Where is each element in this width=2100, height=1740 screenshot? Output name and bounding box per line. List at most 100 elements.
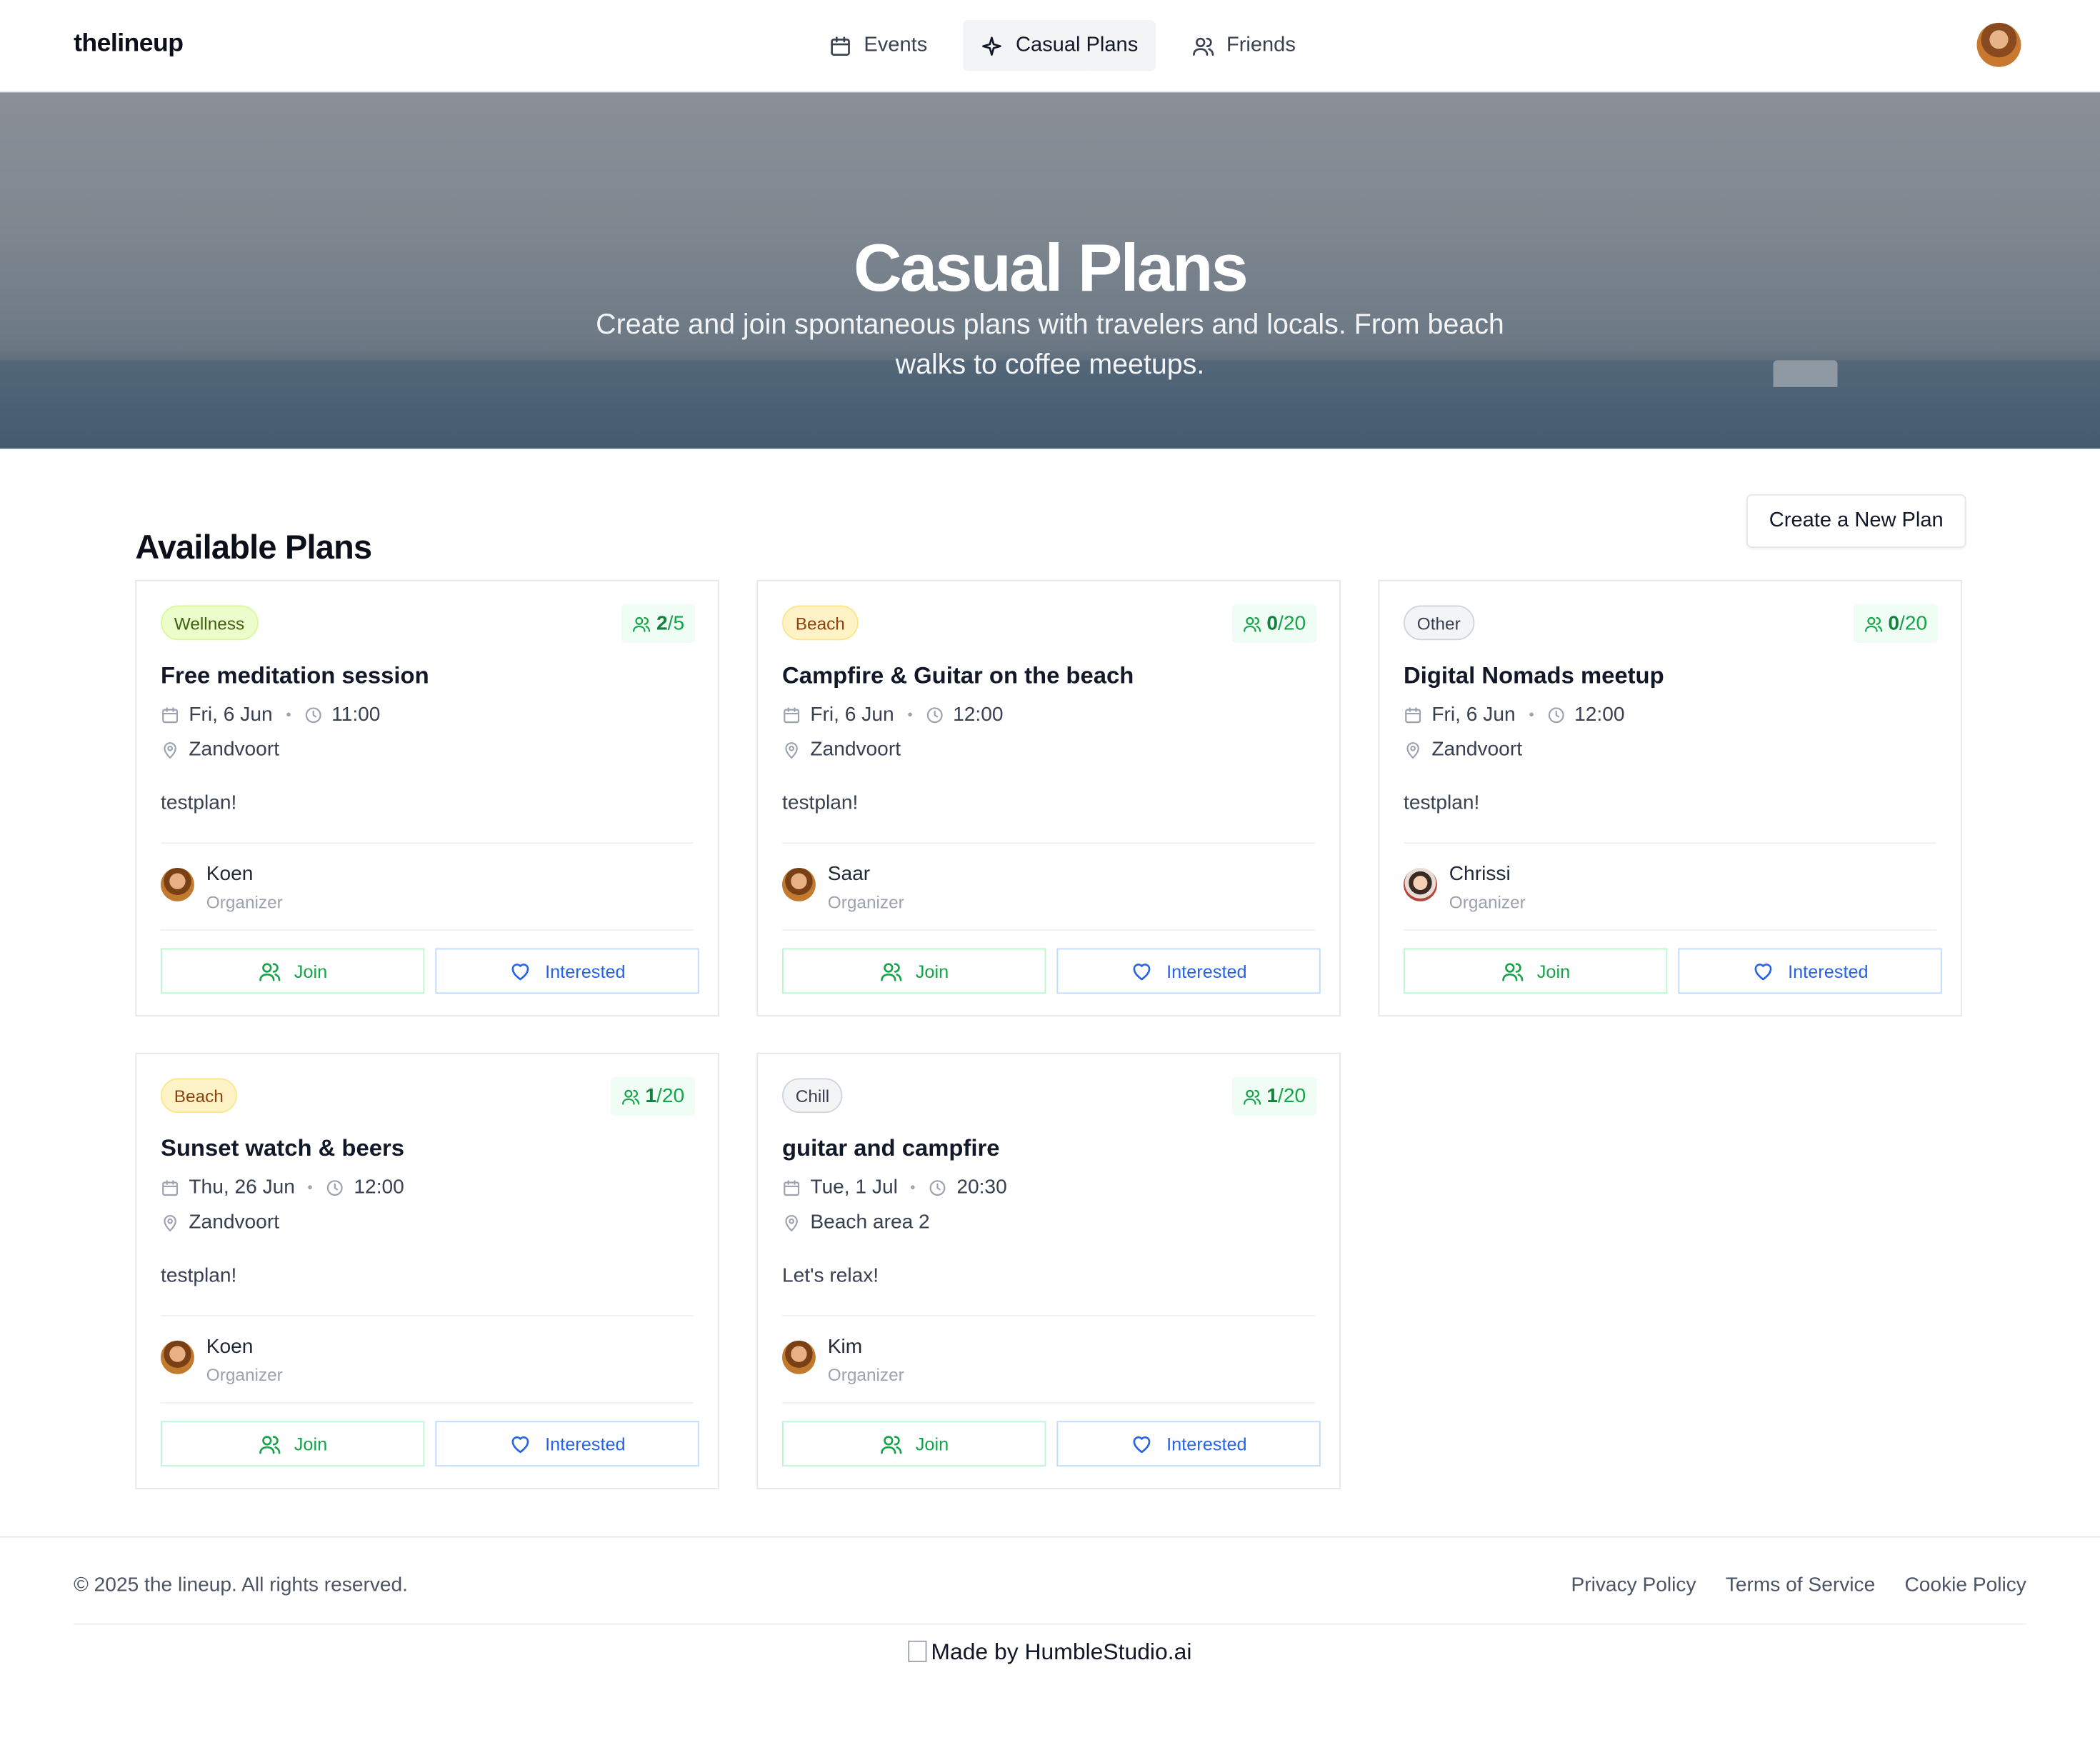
join-label: Join: [294, 1434, 328, 1454]
join-button[interactable]: Join: [782, 1421, 1046, 1467]
attendee-count: 2/5: [656, 612, 684, 635]
brand-logo[interactable]: thelineup: [74, 29, 184, 59]
interested-label: Interested: [1166, 961, 1247, 981]
capacity: /5: [667, 611, 685, 635]
heart-icon: [1133, 1436, 1151, 1453]
nav-tab-events[interactable]: Events: [811, 20, 944, 71]
nav-tab-label: Friends: [1226, 33, 1296, 56]
terms-of-service-link[interactable]: Terms of Service: [1726, 1574, 1875, 1596]
page: thelineup Events Casual Plans Friends Ca…: [0, 0, 2100, 1740]
user-avatar[interactable]: [1976, 22, 2021, 67]
plan-card: Beach 1/20 Sunset watch & beers Thu, 26 …: [135, 1052, 719, 1489]
map-pin-icon: [164, 741, 176, 759]
organizer-avatar: [161, 1340, 194, 1374]
organizer-role: Organizer: [206, 1364, 283, 1385]
organizer-role: Organizer: [206, 891, 283, 912]
separator-dot: [286, 712, 290, 717]
calendar-icon: [162, 706, 179, 723]
divider: [1404, 929, 1937, 931]
users-icon: [621, 1089, 639, 1104]
interested-button[interactable]: Interested: [1056, 1421, 1321, 1467]
divider: [782, 1402, 1316, 1404]
calendar-icon: [784, 1179, 800, 1196]
organizer-name: Koen: [206, 1335, 254, 1359]
interested-button[interactable]: Interested: [435, 948, 699, 994]
interested-button[interactable]: Interested: [435, 1421, 699, 1467]
join-button[interactable]: Join: [782, 948, 1046, 994]
interested-label: Interested: [1788, 961, 1869, 981]
interested-label: Interested: [545, 1434, 626, 1454]
plan-date: Tue, 1 Jul: [810, 1176, 898, 1199]
join-button[interactable]: Join: [1404, 948, 1668, 994]
divider: [782, 1315, 1316, 1317]
join-button[interactable]: Join: [161, 1421, 425, 1467]
date-time-row: Fri, 6 Jun 12:00: [782, 703, 1004, 726]
attendee-count-badge: 1/20: [610, 1076, 696, 1116]
location-row: Zandvoort: [161, 1211, 279, 1234]
interested-button[interactable]: Interested: [1056, 948, 1321, 994]
nav-tab-friends[interactable]: Friends: [1174, 20, 1313, 71]
joined-count: 0: [1266, 611, 1279, 635]
create-plan-button[interactable]: Create a New Plan: [1746, 494, 1966, 548]
hero-title: Casual Plans: [854, 229, 1249, 305]
plan-card: Other 0/20 Digital Nomads meetup Fri, 6 …: [1378, 579, 1962, 1017]
date-time-row: Tue, 1 Jul 20:30: [782, 1176, 1007, 1199]
organizer-avatar: [782, 1340, 816, 1374]
nav-tab-label: Events: [864, 33, 928, 56]
divider: [782, 842, 1316, 844]
plan-title: Campfire & Guitar on the beach: [782, 661, 1134, 689]
plan-time: 20:30: [956, 1176, 1007, 1199]
divider: [161, 1315, 694, 1317]
clock-icon: [930, 1179, 946, 1196]
plan-title: Free meditation session: [161, 661, 429, 689]
organizer-name: Chrissi: [1449, 862, 1511, 886]
cookie-policy-link[interactable]: Cookie Policy: [1904, 1574, 2026, 1596]
users-icon: [880, 1435, 901, 1454]
separator-dot: [911, 1185, 916, 1189]
location-row: Zandvoort: [1404, 738, 1522, 761]
attendee-count: 0/20: [1888, 612, 1927, 635]
map-pin-icon: [1406, 741, 1419, 759]
joined-count: 0: [1888, 611, 1900, 635]
location-row: Beach area 2: [782, 1211, 930, 1234]
organizer-avatar: [782, 868, 816, 901]
attendee-count: 0/20: [1266, 612, 1306, 635]
attendee-count-badge: 0/20: [1231, 604, 1317, 643]
broken-image-icon: [908, 1640, 927, 1662]
made-by-badge[interactable]: Made by HumbleStudio.ai: [0, 1639, 2100, 1666]
nav-tab-casual-plans[interactable]: Casual Plans: [963, 20, 1156, 71]
plan-description: testplan!: [161, 1264, 237, 1287]
plan-location: Zandvoort: [189, 738, 280, 761]
interested-button[interactable]: Interested: [1678, 948, 1942, 994]
plan-time: 12:00: [953, 703, 1004, 726]
joined-count: 1: [1266, 1084, 1279, 1108]
privacy-policy-link[interactable]: Privacy Policy: [1571, 1574, 1696, 1596]
plan-location: Zandvoort: [1431, 738, 1523, 761]
heart-icon: [1754, 963, 1772, 980]
calendar-icon: [784, 706, 800, 723]
organizer-name: Saar: [827, 862, 871, 886]
users-icon: [259, 962, 280, 981]
category-tag: Other: [1404, 605, 1474, 641]
plan-date: Fri, 6 Jun: [189, 703, 273, 726]
users-icon: [633, 616, 651, 631]
join-button[interactable]: Join: [161, 948, 425, 994]
capacity: /20: [1278, 611, 1306, 635]
capacity: /20: [656, 1084, 685, 1108]
join-label: Join: [1536, 961, 1571, 981]
map-pin-icon: [785, 1214, 798, 1231]
hero-subtitle: Create and join spontaneous plans with t…: [596, 309, 1504, 381]
users-icon: [1192, 36, 1214, 56]
plan-location: Beach area 2: [810, 1211, 930, 1234]
users-icon: [1243, 616, 1261, 631]
users-icon: [1501, 962, 1523, 981]
sparkle-icon: [982, 36, 1002, 56]
calendar-icon: [162, 1179, 179, 1196]
plan-date: Thu, 26 Jun: [189, 1176, 295, 1199]
hero-banner: Casual Plans Create and join spontaneous…: [0, 92, 2100, 449]
users-icon: [259, 1435, 280, 1454]
users-icon: [880, 962, 901, 981]
interested-label: Interested: [1166, 1434, 1247, 1454]
top-navbar: thelineup Events Casual Plans Friends: [0, 0, 2100, 93]
heart-icon: [1133, 963, 1151, 980]
